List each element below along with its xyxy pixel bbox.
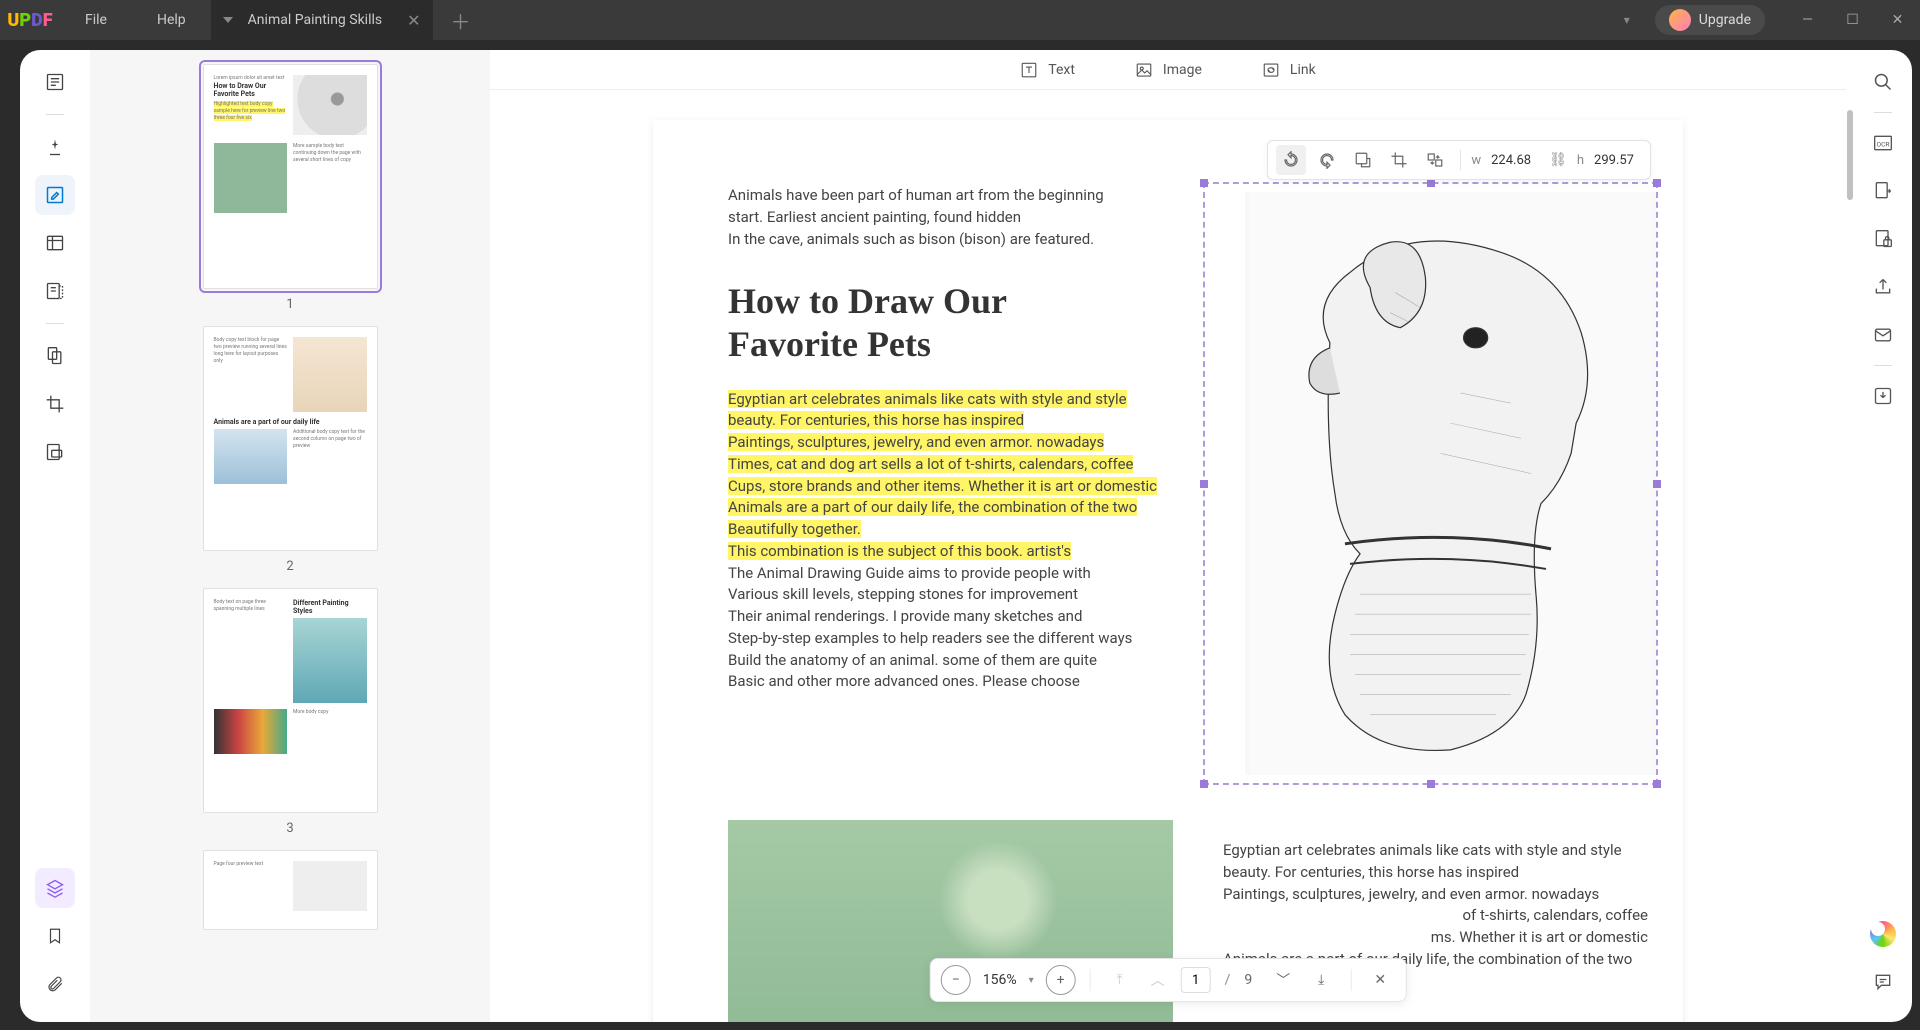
bookmark-button[interactable] [35,916,75,956]
image-edit-toolbar: w 224.68 ⛓ h 299.57 [1267,140,1651,180]
height-value[interactable]: 299.57 [1594,153,1634,168]
first-page-button[interactable]: ⤒ [1105,965,1135,995]
tab-title: Animal Painting Skills [248,12,382,28]
window-close-button[interactable]: ✕ [1875,12,1920,28]
width-label: w [1471,153,1481,168]
intro-text: Animals have been part of human art from… [728,185,1148,250]
workspace: Lorem ipsum dolor sit amet text How to D… [20,50,1912,1022]
edit-image-button[interactable]: Image [1135,61,1202,79]
organize-button[interactable] [35,271,75,311]
titlebar-dropdown-icon[interactable]: ▾ [1624,13,1630,27]
app-logo: UPDF [0,10,60,31]
body-text: Egyptian art celebrates animals like cat… [728,389,1158,694]
tab-close-icon[interactable]: ✕ [407,11,420,30]
edit-link-button[interactable]: Link [1262,61,1316,79]
ocr-button[interactable]: OCR [1865,125,1901,161]
width-value[interactable]: 224.68 [1491,153,1531,168]
edit-button[interactable] [35,175,75,215]
protect-button[interactable] [1865,221,1901,257]
thumb-title: How to Draw Our Favorite Pets [214,82,288,98]
form-button[interactable] [35,223,75,263]
document-viewport[interactable]: w 224.68 ⛓ h 299.57 Animals have been pa… [490,90,1846,1022]
edit-text-button[interactable]: Text [1020,61,1075,79]
attachment-button[interactable] [35,964,75,1004]
thumbnail-number: 1 [286,297,293,312]
convert-button[interactable] [1865,173,1901,209]
share-button[interactable] [1865,269,1901,305]
page-controls-bar: − 156% ▾ + ⤒ ︿ / 9 ﹀ ⤓ ✕ [930,958,1407,1002]
dog-sketch-image [1245,192,1656,775]
height-label: h [1577,153,1584,168]
user-avatar [1669,9,1691,31]
save-button[interactable] [1865,378,1901,414]
image-icon [1135,61,1153,79]
thumbnail-item[interactable]: Page four preview text [203,850,378,930]
close-bar-button[interactable]: ✕ [1365,965,1395,995]
body-text-col2: Egyptian art celebrates animals like cat… [1223,840,1648,971]
document-heading: How to Draw Our Favorite Pets [728,280,1128,366]
search-button[interactable] [1865,64,1901,100]
text-icon [1020,61,1038,79]
last-page-button[interactable]: ⤓ [1306,965,1336,995]
thumbnail-item[interactable]: Body text on page three spanning multipl… [203,588,378,836]
crop-button[interactable] [35,384,75,424]
zoom-dropdown-icon[interactable]: ▾ [1029,975,1034,986]
zoom-out-button[interactable]: − [941,965,971,995]
extract-image-button[interactable] [1348,145,1378,175]
zoom-in-button[interactable]: + [1046,965,1076,995]
rotate-right-button[interactable] [1312,145,1342,175]
page-input[interactable] [1181,967,1211,993]
pages-button[interactable] [35,336,75,376]
thumbnail-item[interactable]: Lorem ipsum dolor sit amet text How to D… [203,64,378,312]
tab-add-button[interactable]: ＋ [451,6,471,35]
page-slash: / [1225,972,1231,988]
edit-toolbar: Text Image Link [490,50,1846,90]
zoom-level[interactable]: 156% [983,972,1017,988]
thumb-title: Animals are a part of our daily life [214,418,367,426]
replace-image-button[interactable] [1420,145,1450,175]
svg-text:OCR: OCR [1876,140,1889,148]
comment-button[interactable] [1865,964,1901,1000]
menu-help[interactable]: Help [132,12,211,28]
rotate-left-button[interactable] [1276,145,1306,175]
lock-aspect-icon[interactable]: ⛓ [1549,152,1567,168]
email-button[interactable] [1865,317,1901,353]
edit-text-label: Text [1048,62,1075,78]
editor-area: Text Image Link w [490,50,1846,1022]
layers-button[interactable] [35,868,75,908]
right-rail: OCR [1854,50,1912,1022]
page-total: 9 [1244,972,1252,988]
thumb-title: Different Painting Styles [293,599,367,615]
document-tab[interactable]: Animal Painting Skills ✕ [211,0,433,40]
upgrade-label: Upgrade [1699,12,1751,28]
tab-dropdown-icon[interactable] [223,17,233,23]
thumbnail-number: 2 [286,559,293,574]
menu-file[interactable]: File [60,12,132,28]
link-icon [1262,61,1280,79]
edit-image-label: Image [1163,62,1202,78]
thumbnail-item[interactable]: Body copy text block for page two previe… [203,326,378,574]
window-minimize-button[interactable]: — [1785,12,1830,28]
title-bar: UPDF File Help Animal Painting Skills ✕ … [0,0,1920,40]
ai-button[interactable] [1865,916,1901,952]
thumbnail-panel: Lorem ipsum dolor sit amet text How to D… [90,50,490,1022]
scrollbar[interactable] [1846,50,1854,1022]
prev-page-button[interactable]: ︿ [1143,965,1173,995]
reader-mode-button[interactable] [35,62,75,102]
thumbnail-number: 3 [286,821,293,836]
upgrade-button[interactable]: Upgrade [1655,5,1765,35]
left-rail [20,50,90,1022]
selected-image[interactable] [1203,182,1658,785]
document-page: w 224.68 ⛓ h 299.57 Animals have been pa… [653,120,1683,1022]
annotate-button[interactable] [35,127,75,167]
redact-button[interactable] [35,432,75,472]
window-maximize-button[interactable]: ☐ [1830,12,1875,28]
crop-image-button[interactable] [1384,145,1414,175]
next-page-button[interactable]: ﹀ [1268,965,1298,995]
edit-link-label: Link [1290,62,1316,78]
